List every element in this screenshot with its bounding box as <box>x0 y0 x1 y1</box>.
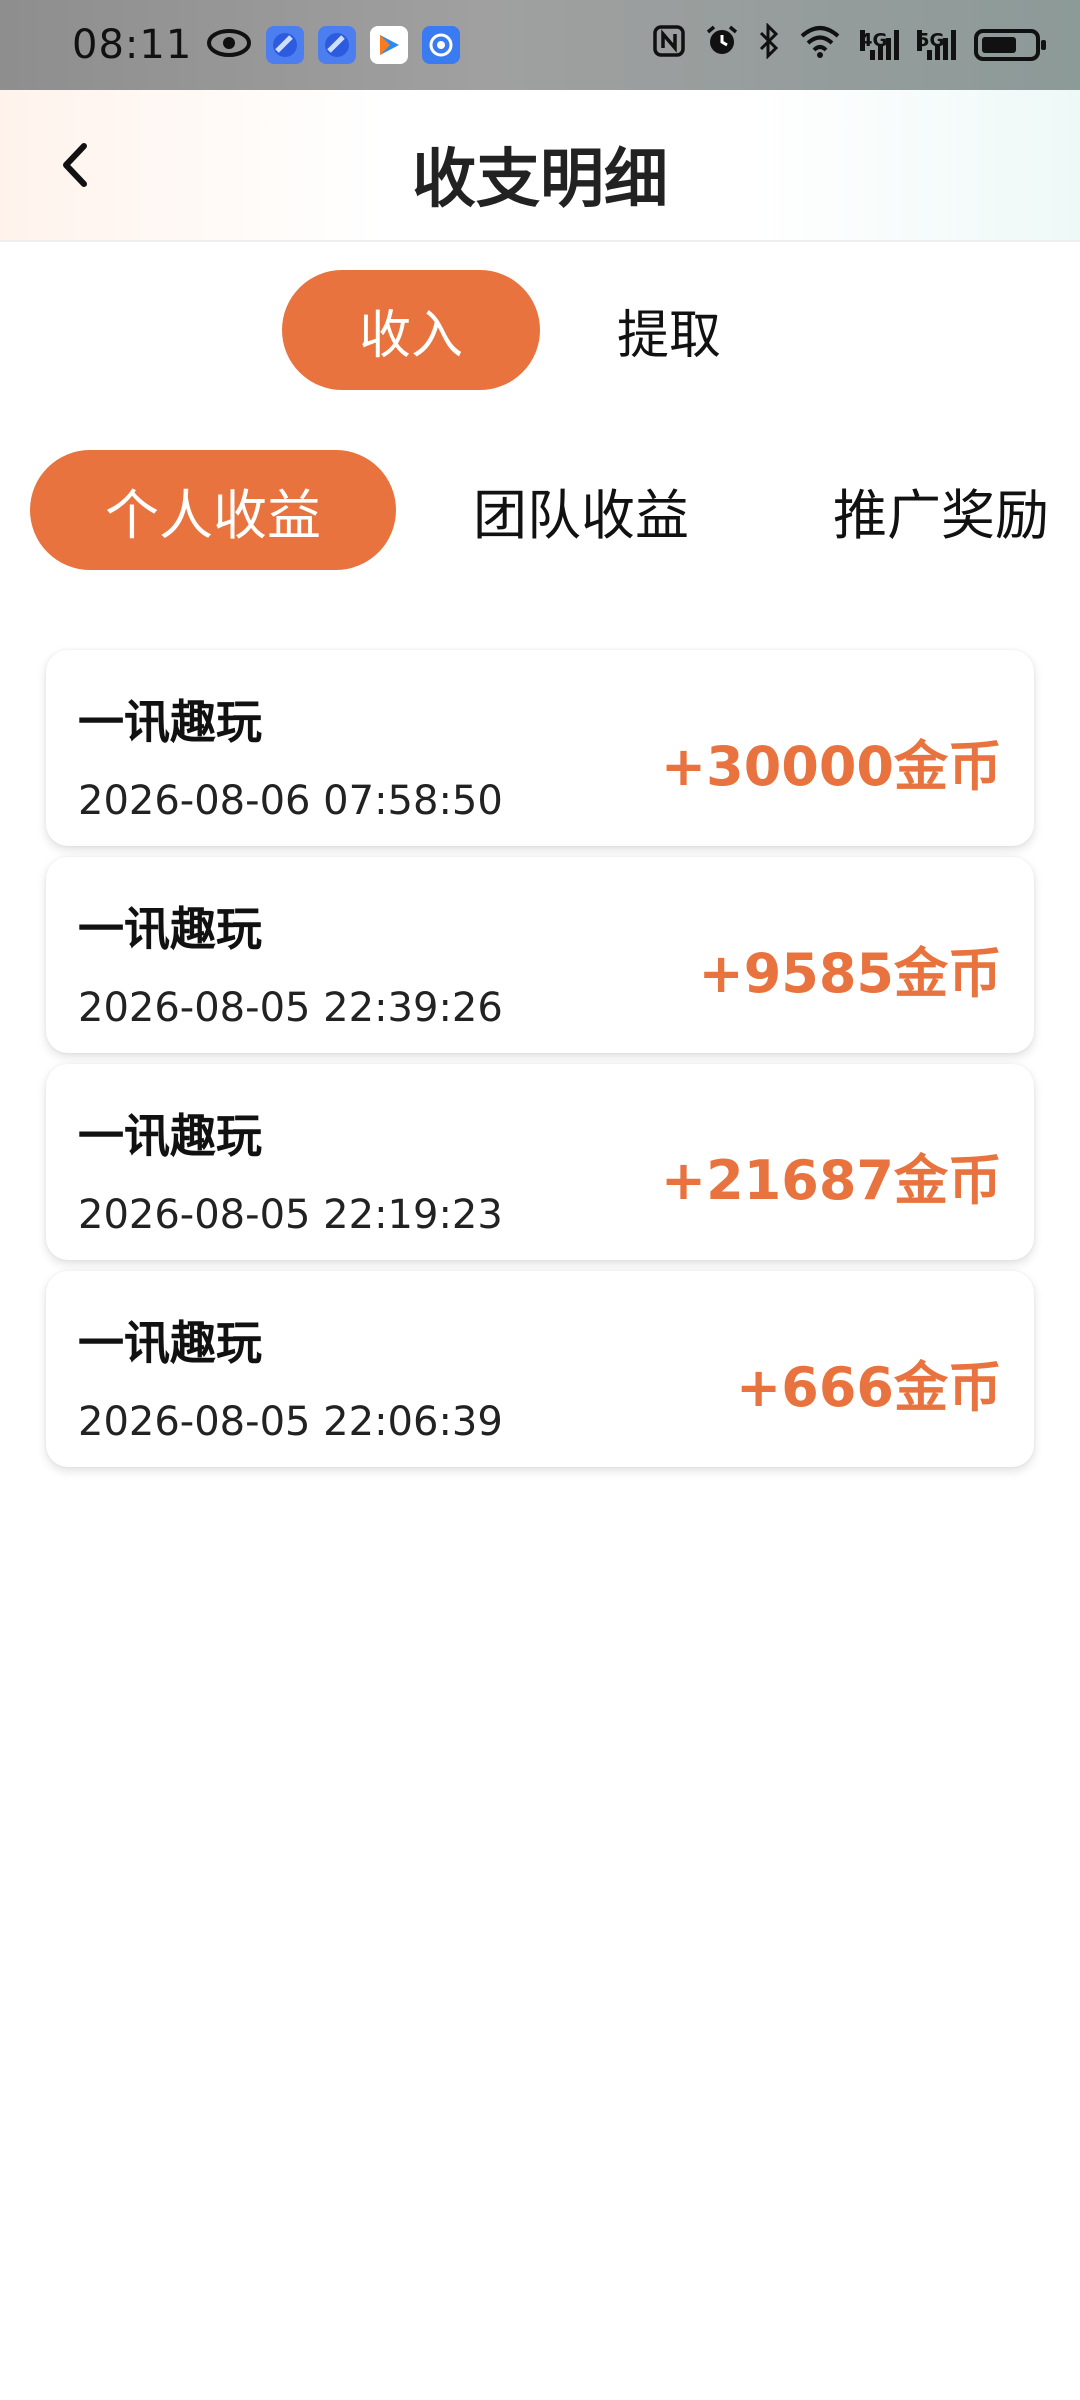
record-title: 一讯趣玩 <box>78 1109 262 1163</box>
record-title: 一讯趣玩 <box>78 695 262 749</box>
signal-4g-label: 4G <box>860 30 888 51</box>
records-list: 一讯趣玩 2026-08-06 07:58:50 +30000金币 一讯趣玩 2… <box>46 650 1034 1478</box>
signal-4g-icon: 4G <box>860 30 899 60</box>
tab-withdraw[interactable]: 提取 <box>540 270 798 390</box>
header-bar: 收支明细 <box>0 90 1080 242</box>
status-bar-left: 08:11 <box>72 22 461 68</box>
record-amount: +21687金币 <box>660 1149 1002 1212</box>
record-amount: +30000金币 <box>660 735 1002 798</box>
signal-5g-icon: 5G <box>917 30 956 60</box>
alarm-icon <box>704 23 740 67</box>
list-item[interactable]: 一讯趣玩 2026-08-05 22:39:26 +9585金币 <box>46 857 1034 1053</box>
record-time: 2026-08-05 22:06:39 <box>78 1399 503 1445</box>
app-icon-3 <box>370 26 409 64</box>
tab-income[interactable]: 收入 <box>282 270 540 390</box>
record-title: 一讯趣玩 <box>78 902 262 956</box>
app-icon-4 <box>422 26 461 64</box>
tab-team-earnings[interactable]: 团队收益 <box>466 450 696 570</box>
bluetooth-icon <box>758 22 780 67</box>
record-amount: +9585金币 <box>698 942 1002 1005</box>
battery-icon <box>974 29 1046 61</box>
signal-5g-label: 5G <box>917 30 945 51</box>
list-item[interactable]: 一讯趣玩 2026-08-05 22:06:39 +666金币 <box>46 1271 1034 1467</box>
record-title: 一讯趣玩 <box>78 1316 262 1370</box>
tab-promotion-rewards[interactable]: 推广奖励 <box>826 450 1056 570</box>
status-time: 08:11 <box>72 22 193 68</box>
status-bar: 08:11 4G 5G <box>0 0 1080 90</box>
eye-icon <box>206 28 252 62</box>
nfc-icon <box>652 24 686 66</box>
record-amount: +666金币 <box>736 1356 1002 1419</box>
wifi-icon <box>798 24 842 66</box>
app-icon-2 <box>318 26 357 64</box>
record-time: 2026-08-06 07:58:50 <box>78 778 503 824</box>
sub-tabs: 个人收益 团队收益 推广奖励 <box>30 450 1080 570</box>
record-time: 2026-08-05 22:39:26 <box>78 985 503 1031</box>
list-item[interactable]: 一讯趣玩 2026-08-05 22:19:23 +21687金币 <box>46 1064 1034 1260</box>
app-icon-1 <box>266 26 305 64</box>
list-item[interactable]: 一讯趣玩 2026-08-06 07:58:50 +30000金币 <box>46 650 1034 846</box>
record-time: 2026-08-05 22:19:23 <box>78 1192 503 1238</box>
status-bar-right: 4G 5G <box>652 22 1046 67</box>
page-title: 收支明细 <box>412 143 668 217</box>
tab-personal-earnings[interactable]: 个人收益 <box>30 450 396 570</box>
main-tabs: 收入 提取 <box>282 270 798 390</box>
